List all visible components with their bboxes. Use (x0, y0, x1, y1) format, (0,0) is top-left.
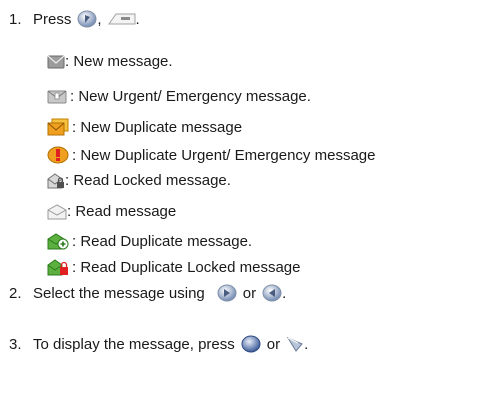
read-message-icon (47, 203, 67, 220)
legend-item: : New message. (47, 53, 173, 70)
step-2: 2. Select the message using or . (9, 284, 286, 302)
step-separator: , (97, 10, 102, 28)
legend-item: : Read Duplicate Locked message (47, 258, 300, 276)
soft-key-3-icon (107, 13, 136, 25)
new-urgent-message-icon (47, 89, 67, 105)
menu-key-icon (77, 10, 97, 28)
new-message-icon (47, 54, 65, 69)
read-locked-message-icon (47, 172, 65, 189)
step-text: Press (33, 10, 72, 28)
step-text: To display the message, press (33, 335, 235, 353)
new-duplicate-urgent-message-icon (47, 146, 69, 164)
legend-item: : Read Duplicate message. (47, 232, 252, 250)
new-duplicate-message-icon (47, 118, 69, 136)
legend-text: : New Duplicate Urgent/ Emergency messag… (72, 146, 376, 164)
read-duplicate-message-icon (47, 232, 69, 250)
step-conjunction: or (266, 335, 281, 353)
step-1: 1. Press , . (9, 10, 140, 28)
legend-text: : Read message (67, 203, 177, 220)
step-3: 3. To display the message, press or . (9, 335, 308, 353)
step-number: 1. (9, 10, 22, 28)
step-conjunction: or (242, 284, 257, 302)
legend-item: : New Duplicate Urgent/ Emergency messag… (47, 146, 375, 164)
read-duplicate-locked-message-icon (47, 258, 69, 276)
step-text: Select the message using (33, 284, 205, 302)
step-end: . (135, 10, 140, 28)
legend-text: : Read Duplicate Locked message (72, 258, 301, 276)
legend-text: : Read Duplicate message. (72, 232, 253, 250)
legend-item: : Read message (47, 203, 176, 220)
step-number: 2. (9, 284, 22, 302)
center-key-icon (241, 335, 261, 353)
nav-up-key-icon (217, 284, 237, 302)
legend-item: : New Urgent/ Emergency message. (47, 88, 311, 105)
soft-key-icon (286, 336, 304, 352)
legend-item: : New Duplicate message (47, 118, 242, 136)
nav-down-key-icon (262, 284, 282, 302)
step-end: . (304, 335, 309, 353)
step-number: 3. (9, 335, 22, 353)
legend-item: : Read Locked message. (47, 172, 231, 189)
legend-text: : New message. (65, 53, 173, 70)
legend-text: : New Duplicate message (72, 118, 243, 136)
step-end: . (282, 284, 287, 302)
legend-text: : Read Locked message. (65, 172, 231, 189)
legend-text: : New Urgent/ Emergency message. (70, 88, 311, 105)
